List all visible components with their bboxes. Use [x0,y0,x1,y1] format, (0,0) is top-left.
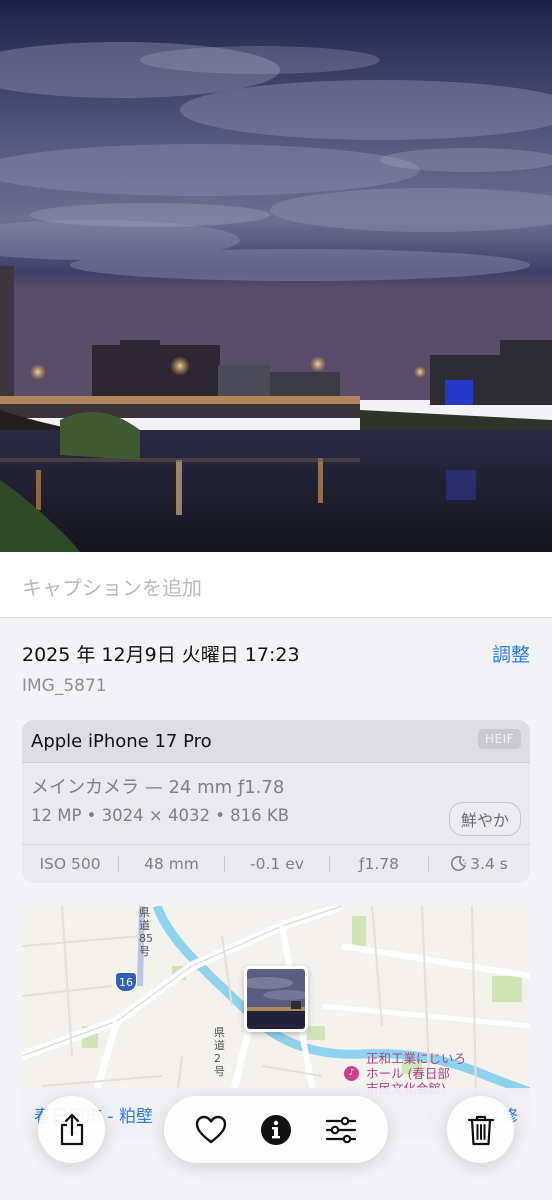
camera-device: Apple iPhone 17 Pro [31,731,212,752]
photo-view[interactable] [0,0,552,552]
night-river-photo [0,0,552,552]
caption-placeholder: キャプションを追加 [22,576,202,600]
photographic-style-pill[interactable]: 鮮やか [448,802,521,836]
photo-filename: IMG_5871 [22,676,107,696]
info-button[interactable] [254,1108,298,1152]
map-photo-pin[interactable] [244,966,308,1032]
edit-button[interactable] [319,1108,363,1152]
camera-specs: 12 MP • 3024 × 4032 • 816 KB [31,806,290,825]
caption-field[interactable]: キャプションを追加 [0,552,552,618]
photo-datetime: 2025 年 12月9日 火曜日 17:23 [22,644,300,666]
camera-lens: メインカメラ — 24 mm ƒ1.78 [31,777,285,798]
exif-aperture: ƒ1.78 [359,855,399,873]
road-label: 県道85号 [139,906,153,958]
photo-thumbnail [247,969,305,1029]
info-icon [260,1114,291,1145]
trash-icon [467,1115,494,1145]
exif-shutter-cell: 3.4 s [429,855,529,873]
night-mode-icon [451,855,467,872]
photo-actions-group [164,1096,388,1163]
heart-icon [195,1115,226,1143]
route-shield: 16 [115,972,137,992]
camera-card-header: Apple iPhone 17 Pro HEIF [22,720,530,763]
exif-shutter: 3.4 s [470,855,508,873]
exif-iso: ISO 500 [39,855,101,873]
adjust-button[interactable]: 調整 [492,640,530,667]
share-button[interactable] [38,1096,105,1163]
sliders-icon [326,1116,357,1143]
share-icon [60,1113,83,1145]
delete-button[interactable] [447,1096,514,1163]
exif-ev: -0.1 ev [250,855,304,873]
camera-info-card: Apple iPhone 17 Pro HEIF メインカメラ — 24 mm … [22,720,530,883]
exif-focal: 48 mm [144,855,199,873]
road-label: 県道2号 [214,1026,225,1078]
format-badge: HEIF [477,729,521,749]
favorite-button[interactable] [189,1108,233,1152]
poi-theater-icon: ♪ [344,1066,359,1081]
exif-row: ISO 500 48 mm -0.1 ev ƒ1.78 3.4 s [22,844,530,883]
